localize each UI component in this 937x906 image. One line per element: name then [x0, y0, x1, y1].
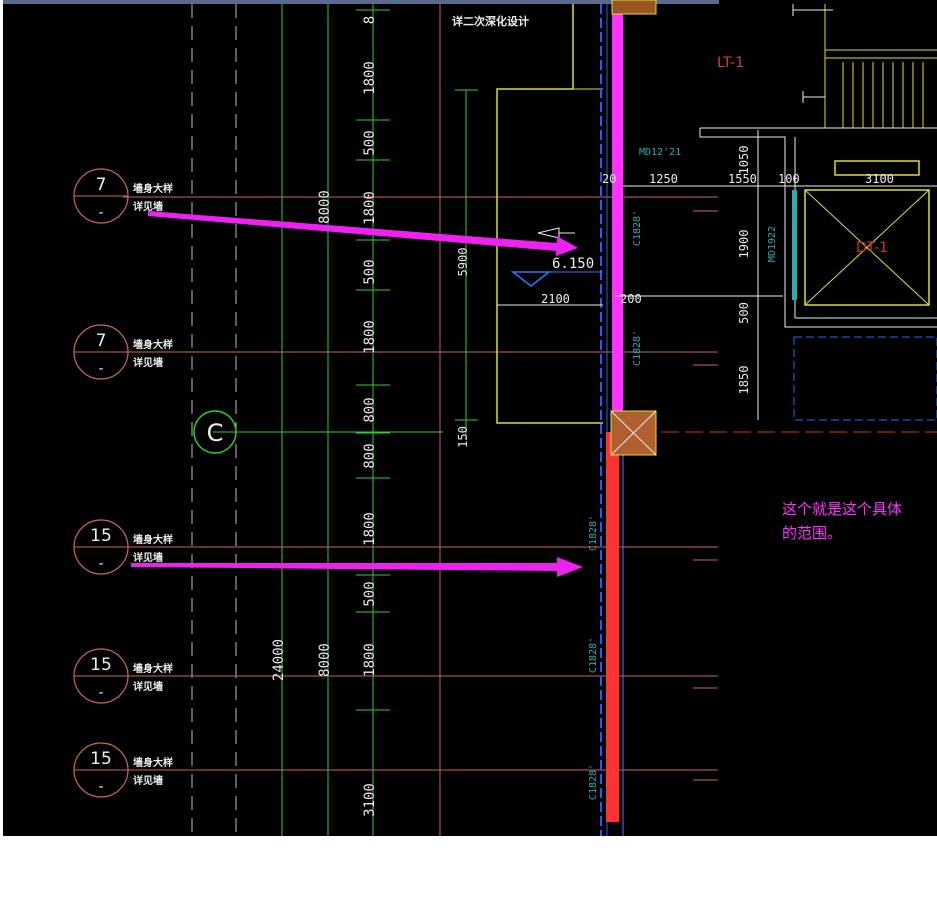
- room-outline: [496, 4, 603, 424]
- right-building-walls: [699, 127, 937, 328]
- callout-number: 15: [90, 749, 112, 769]
- callout-line1: 墙身大样: [133, 338, 173, 351]
- dim-label: 1850: [737, 366, 751, 395]
- callout-line2: 详见墙: [133, 551, 163, 564]
- callout-line2: 详见墙: [133, 680, 163, 693]
- dim-label: 1800: [362, 191, 378, 225]
- level-value: 6.150: [552, 256, 594, 272]
- dim-label: 1800: [362, 320, 378, 354]
- equipment-label: DT-1: [856, 240, 888, 256]
- wall-code: C1828': [632, 210, 643, 246]
- vertical-dimension-labels: 8 1800 500 1800 500 1800 800 800 1800 50…: [271, 16, 751, 817]
- pointer-arrow-2: [131, 557, 583, 577]
- wall-code: C1828': [588, 764, 599, 800]
- wall-highlight-red: [606, 432, 619, 822]
- dim-label: 1900: [737, 230, 751, 259]
- dim-label: 1800: [362, 61, 378, 95]
- callout-number: 7: [96, 175, 107, 195]
- callout-line1: 墙身大样: [133, 533, 173, 546]
- annotation-line-2: 的范围。: [782, 524, 842, 542]
- callout-line1: 墙身大样: [133, 756, 173, 769]
- callout-number: 15: [90, 655, 112, 675]
- axis-bubble-label: C: [207, 419, 224, 447]
- dim-label: 3100: [865, 172, 894, 186]
- dim-label: 1250: [649, 172, 678, 186]
- dim-label: 1550: [728, 172, 757, 186]
- stair-label: LT-1: [717, 55, 744, 71]
- dim-label: 1050: [737, 146, 751, 175]
- wall-code: C1828': [588, 637, 599, 673]
- horizontal-dimension-labels: 20 1250 1550 100 3100 2100 200: [541, 172, 894, 306]
- dim-label: 500: [362, 581, 378, 606]
- dim-label: 5900: [456, 248, 470, 277]
- door-code: MD1922: [767, 226, 778, 262]
- dim-label: 150: [456, 426, 470, 448]
- dim-label: 100: [778, 172, 800, 186]
- wall-code: C1828': [632, 330, 643, 366]
- dim-label: 8: [362, 16, 378, 24]
- callout-number: 7: [96, 331, 107, 351]
- wall-code: C1828': [588, 515, 599, 551]
- dim-label: 1800: [362, 512, 378, 546]
- callout-number: 15: [90, 526, 112, 546]
- column: [611, 0, 657, 15]
- door-code-top: MD12'21: [639, 147, 681, 158]
- callout-line1: 墙身大样: [133, 662, 173, 675]
- dim-label: 500: [362, 259, 378, 284]
- callout-line2: 详见墙: [133, 356, 163, 369]
- wall-highlight-magenta: [612, 4, 623, 432]
- stair-arrows: [792, 4, 833, 103]
- dim-label: 3100: [362, 783, 378, 817]
- callout-dash: -: [98, 361, 103, 377]
- annotation-line-1: 这个就是这个具体: [782, 500, 902, 518]
- door-marker: [792, 190, 797, 300]
- dim-label: 800: [362, 443, 378, 468]
- dim-label: 200: [620, 292, 642, 306]
- dim-label: 20: [602, 172, 616, 186]
- top-note: 详二次深化设计: [452, 14, 529, 28]
- dim-label: 8000: [317, 190, 333, 224]
- dim-label: 800: [362, 397, 378, 422]
- cad-drawing: C 7 - 墙身大样 详见墙 7 - 墙身大样 详见墙 15 - 墙身大样 详见…: [3, 0, 937, 836]
- callout-line1: 墙身大样: [133, 182, 173, 195]
- dim-label: 24000: [271, 639, 287, 681]
- dim-label: 500: [737, 302, 751, 324]
- callout-line2: 详见墙: [133, 774, 163, 787]
- dim-label: 1800: [362, 643, 378, 677]
- callout-dash: -: [98, 556, 103, 572]
- dashed-room: [793, 336, 937, 421]
- callout-dash: -: [98, 205, 103, 221]
- cad-drawing-canvas: C 7 - 墙身大样 详见墙 7 - 墙身大样 详见墙 15 - 墙身大样 详见…: [3, 0, 937, 836]
- callout-dash: -: [98, 685, 103, 701]
- callout-dash: -: [98, 779, 103, 795]
- dim-label: 2100: [541, 292, 570, 306]
- stair: [824, 4, 937, 128]
- horizontal-axis-lines: [123, 196, 718, 781]
- column-c: [610, 410, 657, 456]
- dim-label: 8000: [317, 643, 333, 677]
- dim-label: 500: [362, 130, 378, 155]
